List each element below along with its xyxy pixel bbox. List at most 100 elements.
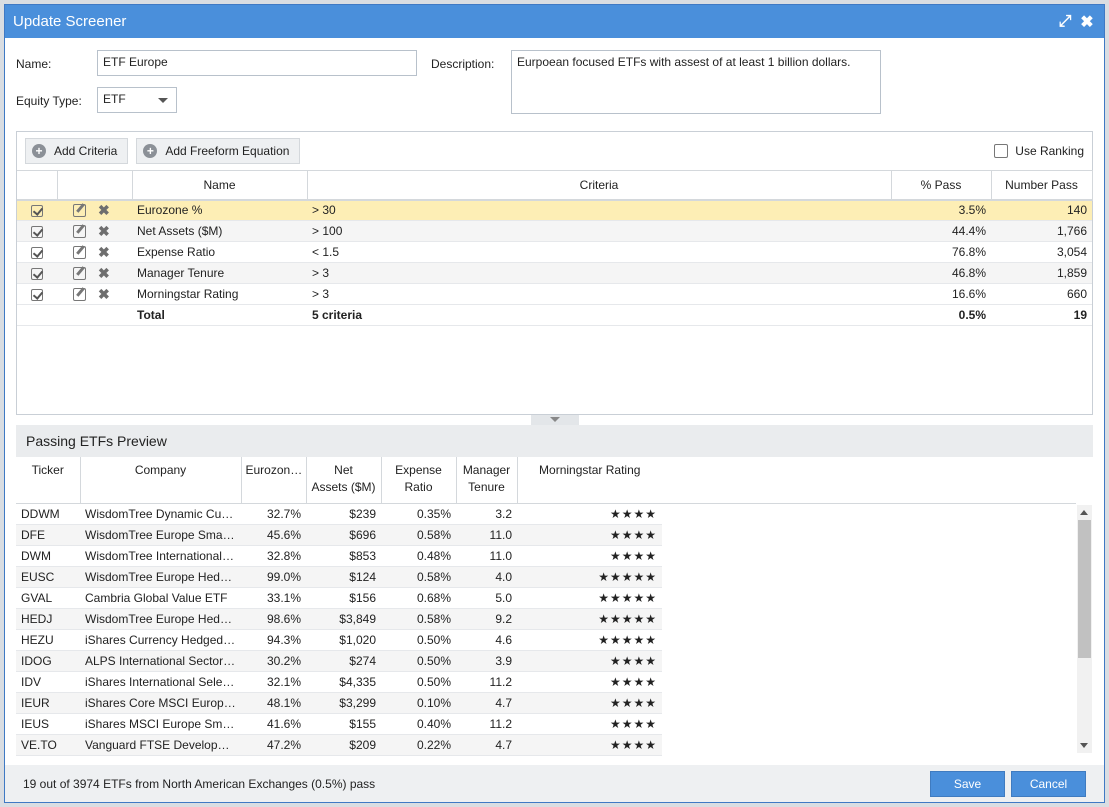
ticker-cell: IDV [16,671,80,693]
net-assets-cell: $853 [306,545,381,567]
scroll-down-icon[interactable] [1080,743,1088,748]
dialog-title: Update Screener [13,13,127,30]
dialog-titlebar: Update Screener ⤢ ✖ [5,5,1104,38]
net-assets-cell: $239 [306,503,381,525]
manager-tenure-cell: 11.2 [456,671,517,693]
preview-row[interactable]: VE.TO Vanguard FTSE Develop… 47.2% $209 0.22… [16,734,1076,756]
criteria-number-pass: 660 [991,283,1092,305]
expand-icon[interactable]: ⤢ [1056,13,1074,31]
panel-splitter-handle[interactable] [531,415,579,425]
company-cell: ALPS International Sector… [80,650,241,672]
criteria-row[interactable]: ✖ Manager Tenure > 3 46.8% 1,859 [17,262,1092,284]
edit-icon[interactable] [73,224,86,238]
company-cell: iShares Core MSCI Europ… [80,692,241,714]
expense-ratio-cell: 0.22% [381,734,456,756]
criteria-row[interactable]: ✖ Eurozone % > 30 3.5% 140 [17,199,1092,221]
close-icon[interactable]: ✖ [1078,13,1096,31]
col-name-header[interactable]: Name [132,170,308,201]
expense-ratio-cell: 0.58% [381,608,456,630]
col-net-assets-header[interactable]: Net Assets ($M) [306,457,382,504]
col-ticker-header[interactable]: Ticker [16,457,81,504]
preview-row[interactable]: DDWM WisdomTree Dynamic Cu… 32.7% $239 0.35%… [16,503,1076,525]
net-assets-cell: $4,335 [306,671,381,693]
criteria-row[interactable]: ✖ Morningstar Rating > 3 16.6% 660 [17,283,1092,305]
description-textarea[interactable]: Eurpoean focused ETFs with assest of at … [511,50,881,114]
col-manager-tenure-header[interactable]: Manager Tenure [456,457,518,504]
col-pct-pass-header[interactable]: % Pass [891,170,992,201]
criteria-header-row: Name Criteria % Pass Number Pass [17,170,1093,201]
edit-icon[interactable] [73,287,86,301]
preview-row[interactable]: DFE WisdomTree Europe Sma… 45.6% $696 0.58% 1… [16,524,1076,546]
scrollbar-thumb[interactable] [1078,520,1091,658]
preview-row[interactable]: EUSC WisdomTree Europe Hed… 99.0% $124 0.58%… [16,566,1076,588]
delete-icon[interactable]: ✖ [98,223,110,240]
preview-row[interactable]: HEDJ WisdomTree Europe Hed… 98.6% $3,849 0.5… [16,608,1076,630]
checkbox-checked-icon[interactable] [31,246,43,259]
preview-row[interactable]: HEZU iShares Currency Hedged… 94.3% $1,020 0… [16,629,1076,651]
use-ranking-checkbox[interactable] [994,144,1009,158]
checkbox-checked-icon[interactable] [31,288,43,301]
criteria-condition: > 30 [307,199,891,221]
ticker-cell: IDOG [16,650,80,672]
company-cell: WisdomTree Dynamic Cu… [80,503,241,525]
delete-icon[interactable]: ✖ [98,265,110,282]
plus-circle-icon: + [32,144,46,158]
criteria-total-row: Total 5 criteria 0.5% 19 [17,304,1092,326]
checkbox-checked-icon[interactable] [31,205,43,218]
ticker-cell: HEDJ [16,608,80,630]
equity-type-select[interactable]: ETF [97,87,177,113]
col-eurozone-header[interactable]: Eurozon… [241,457,307,504]
criteria-pct-pass: 3.5% [891,199,991,221]
criteria-row[interactable]: ✖ Net Assets ($M) > 100 44.4% 1,766 [17,220,1092,242]
use-ranking-toggle[interactable]: Use Ranking [994,144,1084,158]
checkbox-checked-icon[interactable] [31,225,43,238]
company-cell: WisdomTree International… [80,545,241,567]
criteria-toolbar: + Add Criteria + Add Freeform Equation U… [17,132,1092,170]
preview-row[interactable]: DWM WisdomTree International… 32.8% $853 0.4… [16,545,1076,567]
expense-header-line2: Ratio [404,480,433,494]
preview-row[interactable]: IEUS iShares MSCI Europe Sm… 41.6% $155 0.40… [16,713,1076,735]
delete-icon[interactable]: ✖ [98,202,110,219]
expense-ratio-cell: 0.35% [381,503,456,525]
empty-cell [662,629,1076,650]
dialog-footer: 19 out of 3974 ETFs from North American … [5,765,1104,802]
cancel-button[interactable]: Cancel [1011,770,1086,797]
criteria-condition: > 100 [307,220,891,242]
company-cell: WisdomTree Europe Sma… [80,524,241,546]
col-actions-header [57,170,133,201]
empty-cell [662,503,1076,524]
expense-ratio-cell: 0.48% [381,545,456,567]
net-assets-cell: $3,849 [306,608,381,630]
col-morningstar-rating-header[interactable]: Morningstar Rating [517,457,662,504]
col-criteria-header[interactable]: Criteria [307,170,892,201]
edit-icon[interactable] [73,203,86,217]
company-cell: iShares International Sele… [80,671,241,693]
add-freeform-equation-button[interactable]: + Add Freeform Equation [136,138,301,164]
delete-icon[interactable]: ✖ [98,244,110,261]
empty-cell [662,524,1076,545]
name-input[interactable]: ETF Europe [97,50,417,76]
preview-row[interactable]: IDOG ALPS International Sector… 30.2% $274 0… [16,650,1076,672]
preview-row[interactable]: GVAL Cambria Global Value ETF 33.1% $156 0.6… [16,587,1076,609]
preview-scrollbar[interactable] [1077,505,1092,753]
morningstar-rating-cell: ★★★★ [517,503,662,525]
col-company-header[interactable]: Company [80,457,242,504]
criteria-number-pass: 1,859 [991,262,1092,284]
save-button[interactable]: Save [930,770,1005,797]
edit-icon[interactable] [73,266,86,280]
checkbox-checked-icon[interactable] [31,267,43,280]
edit-icon[interactable] [73,245,86,259]
net-assets-cell: $156 [306,587,381,609]
criteria-row[interactable]: ✖ Expense Ratio < 1.5 76.8% 3,054 [17,241,1092,263]
expense-ratio-cell: 0.50% [381,650,456,672]
col-expense-ratio-header[interactable]: Expense Ratio [381,457,457,504]
criteria-condition: < 1.5 [307,241,891,263]
scroll-up-icon[interactable] [1080,510,1088,515]
delete-icon[interactable]: ✖ [98,286,110,303]
preview-row[interactable]: IEUR iShares Core MSCI Europ… 48.1% $3,299 0… [16,692,1076,714]
criteria-name: Eurozone % [132,199,307,221]
preview-row[interactable]: IDV iShares International Sele… 32.1% $4,33… [16,671,1076,693]
manager-tenure-cell: 11.0 [456,524,517,546]
add-criteria-button[interactable]: + Add Criteria [25,138,129,164]
col-number-pass-header[interactable]: Number Pass [991,170,1093,201]
